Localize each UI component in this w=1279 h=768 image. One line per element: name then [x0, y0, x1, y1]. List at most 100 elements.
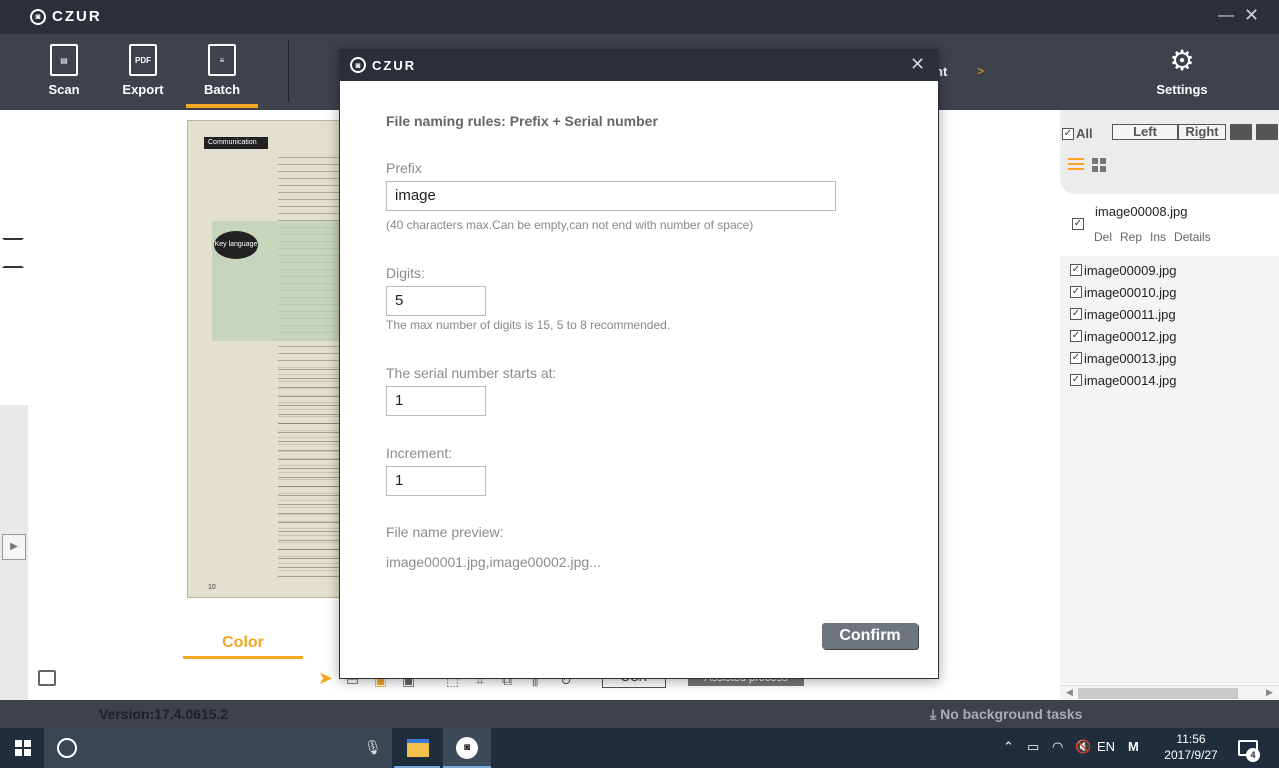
cortana-icon[interactable] — [57, 738, 77, 758]
background-tasks: ⤓ No background tasks — [930, 706, 1083, 722]
confirm-button[interactable]: Confirm — [822, 623, 918, 649]
play-icon[interactable]: ▶ — [2, 534, 26, 560]
filename-preview: image00001.jpg,image00002.jpg... — [386, 554, 601, 570]
list-view-icon[interactable] — [1068, 158, 1084, 172]
taskbar-clock[interactable]: 11:56 2017/9/27 — [1156, 731, 1226, 763]
microphone-icon[interactable]: 🎙 — [364, 739, 382, 756]
file-list: ✓ image00009.jpg ✓ image00010.jpg ✓ image00… — [1060, 256, 1279, 684]
select-all-checkbox[interactable]: ✓ All — [1062, 126, 1093, 141]
select-all-label: All — [1076, 126, 1093, 141]
file-name: image00010.jpg — [1084, 284, 1177, 300]
right-panel-header: ✓ All Left Right — [1060, 110, 1279, 194]
digits-hint: The max number of digits is 15, 5 to 8 r… — [386, 318, 671, 332]
windows-start-icon[interactable] — [15, 740, 31, 756]
tray-up-arrow-icon[interactable]: ⌃ — [1003, 739, 1014, 755]
language-indicator[interactable]: EN — [1097, 739, 1115, 754]
czur-app-icon: ◙ — [456, 737, 478, 759]
list-item[interactable]: ✓ image00014.jpg — [1070, 370, 1177, 390]
export-button[interactable]: PDF Export — [107, 44, 179, 97]
list-item[interactable]: ✓ image00013.jpg — [1070, 348, 1177, 368]
folder-add-icon[interactable] — [1230, 124, 1252, 140]
document-image: Communication Key language 10 — [187, 120, 347, 598]
windows-taskbar: 🎙 ◙ ⌃ ▭ ◠ 🔇 EN M 11:56 2017/9/27 4 — [0, 728, 1279, 768]
clock-time: 11:56 — [1176, 732, 1206, 746]
battery-icon[interactable]: ▭ — [1027, 739, 1039, 755]
digits-input[interactable]: 5 — [386, 286, 486, 316]
gear-icon: ⚙ — [1169, 44, 1195, 76]
dialog-close-icon[interactable]: ✕ — [910, 54, 925, 75]
version-label: Version:17.4.0615.2 — [99, 706, 229, 722]
start-number-input[interactable]: 1 — [386, 386, 486, 416]
selected-file-name: image00008.jpg — [1095, 204, 1188, 219]
file-checkbox[interactable]: ✓ — [1070, 352, 1082, 364]
czur-logo-icon: ◙ — [350, 57, 366, 73]
list-item[interactable]: ✓ image00012.jpg — [1070, 326, 1177, 346]
app-titlebar: ◙ CZUR — ✕ — [0, 0, 1279, 34]
file-checkbox[interactable]: ✓ — [1070, 308, 1082, 320]
delete-link[interactable]: Del — [1094, 230, 1112, 244]
color-tab-indicator — [183, 656, 303, 659]
app-brand: CZUR — [52, 8, 102, 25]
scroll-right-icon[interactable]: ▶ — [1266, 687, 1273, 698]
doc-speech-bubble: Key language — [214, 231, 258, 259]
dialog-logo: ◙ CZUR — [350, 57, 416, 73]
list-item[interactable]: ✓ image00009.jpg — [1070, 260, 1177, 280]
file-checkbox[interactable]: ✓ — [1070, 264, 1082, 276]
left-button[interactable]: Left — [1112, 124, 1178, 140]
czur-taskbar-button[interactable]: ◙ — [443, 728, 491, 768]
details-link[interactable]: Details — [1174, 230, 1211, 244]
naming-rules-dialog: ◙ CZUR ✕ File naming rules: Prefix + Ser… — [339, 49, 939, 679]
scan-label: Scan — [48, 82, 80, 97]
start-number-label: The serial number starts at: — [386, 365, 557, 381]
pointer-icon[interactable]: ➤ — [318, 668, 333, 689]
list-item[interactable]: ✓ image00010.jpg — [1070, 282, 1177, 302]
selected-file-item[interactable]: ✓ image00008.jpg Del Rep Ins Details — [1060, 198, 1279, 250]
scroll-left-icon[interactable]: ◀ — [1066, 687, 1073, 698]
notifications-count: 4 — [1246, 748, 1260, 762]
toolbar-arrow-icon[interactable]: > — [977, 64, 984, 78]
doc-page-number: 10 — [208, 584, 216, 591]
increment-label: Increment: — [386, 445, 453, 461]
list-item[interactable]: ✓ image00011.jpg — [1070, 304, 1176, 324]
scan-button[interactable]: ▤ Scan — [28, 44, 100, 97]
file-name: image00009.jpg — [1084, 262, 1177, 278]
horizontal-scrollbar[interactable]: ◀ ▶ — [1060, 685, 1279, 700]
wifi-icon[interactable]: ◠ — [1052, 739, 1063, 755]
file-explorer-taskbar-button[interactable] — [394, 728, 440, 768]
scrollbar-thumb[interactable] — [1078, 688, 1238, 699]
ime-indicator[interactable]: M — [1128, 739, 1139, 754]
app-logo: ◙ CZUR — [30, 8, 102, 25]
crop-icon[interactable] — [2, 238, 24, 268]
increment-input[interactable]: 1 — [386, 466, 486, 496]
file-checkbox[interactable]: ✓ — [1070, 286, 1082, 298]
minimize-icon[interactable]: — — [1218, 7, 1234, 25]
tab-color[interactable]: Color — [183, 634, 303, 652]
settings-button[interactable]: ⚙ Settings — [1146, 44, 1218, 98]
file-name: image00011.jpg — [1084, 306, 1176, 322]
right-panel: ✓ All Left Right ✓ image00008.jpg Del Re… — [1060, 110, 1279, 700]
print-icon[interactable] — [38, 670, 56, 686]
volume-muted-icon[interactable]: 🔇 — [1075, 739, 1091, 755]
grid-view-icon[interactable] — [1092, 158, 1106, 172]
status-bar: Version:17.4.0615.2 ⤓ No background task… — [0, 700, 1279, 728]
replace-link[interactable]: Rep — [1120, 230, 1142, 244]
right-button[interactable]: Right — [1178, 124, 1226, 140]
settings-label: Settings — [1156, 82, 1208, 97]
taskbar-search[interactable] — [44, 728, 392, 768]
batch-button[interactable]: ≡ Batch — [186, 44, 258, 97]
file-checkbox[interactable]: ✓ — [1070, 330, 1082, 342]
insert-link[interactable]: Ins — [1150, 230, 1166, 244]
dialog-titlebar: ◙ CZUR ✕ — [340, 50, 938, 81]
batch-icon: ≡ — [208, 44, 236, 76]
folder-open-icon[interactable] — [1256, 124, 1278, 140]
file-name: image00012.jpg — [1084, 328, 1177, 344]
preview-label: File name preview: — [386, 524, 504, 540]
export-label: Export — [122, 82, 164, 97]
file-checkbox[interactable]: ✓ — [1070, 374, 1082, 386]
doc-dialogue-lines — [278, 361, 346, 581]
close-icon[interactable]: ✕ — [1244, 5, 1259, 26]
doc-header: Communication — [204, 137, 268, 149]
pdf-icon-text: PDF — [135, 55, 151, 65]
selected-file-checkbox[interactable]: ✓ — [1072, 218, 1084, 230]
prefix-input[interactable]: image — [386, 181, 836, 211]
